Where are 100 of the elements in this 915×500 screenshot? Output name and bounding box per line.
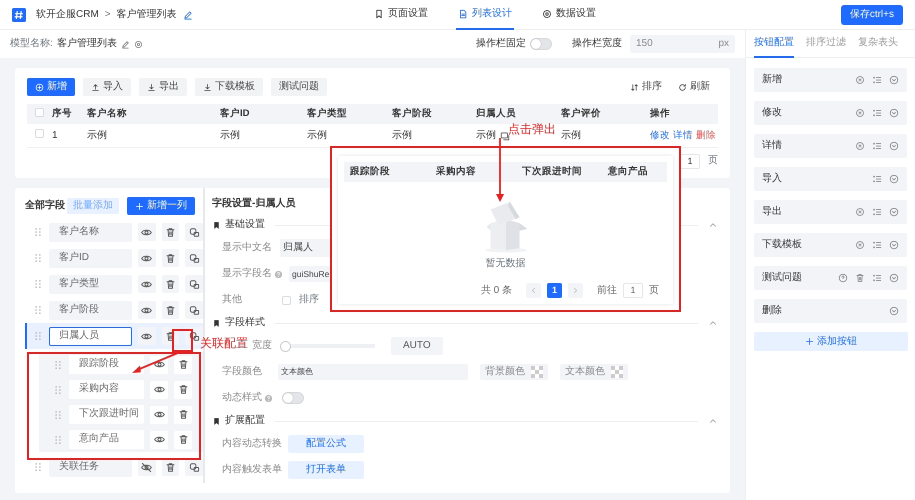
popup-icon[interactable] bbox=[500, 130, 510, 140]
slider-thumb[interactable] bbox=[280, 340, 291, 352]
add-button[interactable]: 新增 bbox=[27, 78, 75, 96]
drag-handle-icon[interactable] bbox=[33, 279, 43, 289]
field-name[interactable]: 跟踪阶段 bbox=[69, 355, 144, 374]
tab[interactable]: 按钮配置 bbox=[754, 30, 794, 58]
drag-handle-icon[interactable] bbox=[53, 410, 63, 420]
eye-icon[interactable] bbox=[141, 330, 152, 342]
help-icon[interactable] bbox=[274, 270, 283, 278]
action-link[interactable]: 修改 bbox=[650, 130, 670, 142]
eye-icon[interactable] bbox=[141, 252, 152, 264]
expand-icon[interactable] bbox=[889, 141, 899, 151]
list-icon[interactable] bbox=[872, 75, 882, 85]
checkbox[interactable] bbox=[35, 108, 44, 117]
trash-icon[interactable] bbox=[178, 434, 188, 445]
auto-button[interactable]: AUTO bbox=[391, 337, 443, 355]
list-icon[interactable] bbox=[872, 174, 882, 184]
eye-icon[interactable] bbox=[154, 434, 164, 445]
eye-icon[interactable] bbox=[154, 384, 164, 395]
trash-icon[interactable] bbox=[164, 252, 176, 264]
list-icon[interactable] bbox=[872, 141, 882, 151]
tab[interactable]: 数据设置 bbox=[540, 0, 598, 30]
layers-icon[interactable] bbox=[188, 330, 200, 342]
action-link[interactable]: 删除 bbox=[696, 130, 716, 142]
expand-icon[interactable] bbox=[889, 108, 899, 118]
checker-icon[interactable] bbox=[531, 366, 543, 378]
drag-handle-icon[interactable] bbox=[33, 253, 43, 263]
drag-handle-icon[interactable] bbox=[33, 331, 43, 341]
toggle-switch[interactable] bbox=[530, 38, 552, 50]
config-button[interactable]: 配置公式 bbox=[288, 435, 364, 453]
layers-icon[interactable] bbox=[188, 304, 200, 316]
expand-icon[interactable] bbox=[889, 75, 899, 85]
action-link[interactable]: 详情 bbox=[673, 130, 693, 142]
config-button[interactable]: 打开表单 bbox=[288, 461, 364, 479]
field-name[interactable]: 客户ID bbox=[49, 248, 132, 268]
list-icon[interactable] bbox=[872, 207, 882, 217]
checkbox[interactable] bbox=[35, 129, 44, 138]
eye-icon[interactable] bbox=[154, 359, 164, 370]
checker-icon[interactable] bbox=[611, 366, 623, 378]
field-name[interactable]: 客户名称 bbox=[49, 222, 132, 242]
page-button[interactable]: 1 bbox=[547, 283, 562, 298]
export-button[interactable]: 导出 bbox=[139, 78, 187, 96]
width-field[interactable]: 150 px bbox=[630, 35, 735, 53]
field-name[interactable]: 下次跟进时间 bbox=[69, 405, 144, 424]
refresh-button[interactable]: 刷新 bbox=[678, 81, 710, 93]
edit-icon[interactable] bbox=[120, 40, 130, 48]
trash-icon[interactable] bbox=[178, 384, 188, 395]
field-name[interactable]: 客户类型 bbox=[49, 274, 132, 294]
trash-icon[interactable] bbox=[164, 304, 176, 316]
drag-handle-icon[interactable] bbox=[53, 434, 63, 444]
download-button[interactable]: 下载模板 bbox=[195, 78, 263, 96]
eye-icon[interactable] bbox=[141, 226, 152, 238]
list-icon[interactable] bbox=[872, 273, 882, 283]
help-icon[interactable] bbox=[838, 273, 848, 283]
tab[interactable]: 复杂表头 bbox=[858, 30, 898, 58]
checkbox[interactable] bbox=[282, 296, 291, 304]
field-name[interactable]: 采购内容 bbox=[69, 380, 144, 399]
list-icon[interactable] bbox=[872, 240, 882, 250]
toggle-switch[interactable] bbox=[282, 392, 304, 404]
help-icon[interactable] bbox=[264, 394, 273, 402]
plain-button[interactable]: 测试问题 bbox=[271, 78, 327, 96]
trash-icon[interactable] bbox=[164, 462, 176, 472]
drag-handle-icon[interactable] bbox=[33, 462, 43, 472]
layers-icon[interactable] bbox=[188, 278, 200, 290]
tab[interactable]: 排序过滤 bbox=[806, 30, 846, 58]
expand-icon[interactable] bbox=[889, 306, 899, 316]
field-name[interactable]: 归属人员 bbox=[49, 326, 132, 346]
eye-off-icon[interactable] bbox=[141, 462, 152, 472]
color-field[interactable]: 文本颜色 bbox=[278, 364, 468, 380]
expand-icon[interactable] bbox=[889, 207, 899, 217]
page-input[interactable]: 1 bbox=[623, 283, 643, 298]
drag-handle-icon[interactable] bbox=[33, 227, 43, 237]
drag-handle-icon[interactable] bbox=[33, 305, 43, 315]
field-name[interactable]: 客户阶段 bbox=[49, 300, 132, 320]
eye-icon[interactable] bbox=[141, 304, 152, 316]
save-button[interactable]: 保存ctrl+s bbox=[840, 4, 903, 24]
sort-button[interactable]: 排序 bbox=[630, 81, 662, 93]
add-button[interactable]: 添加按钮 bbox=[754, 332, 908, 351]
import-button[interactable]: 导入 bbox=[83, 78, 131, 96]
trash-icon[interactable] bbox=[855, 273, 865, 283]
edit-icon[interactable] bbox=[182, 10, 193, 20]
layers-icon[interactable] bbox=[188, 462, 200, 472]
trash-icon[interactable] bbox=[164, 330, 176, 342]
expand-icon[interactable] bbox=[889, 273, 899, 283]
add-column-button[interactable]: 新增一列 bbox=[127, 197, 195, 215]
tab[interactable]: 页面设置 bbox=[372, 0, 430, 30]
trash-icon[interactable] bbox=[164, 278, 176, 290]
eye-icon[interactable] bbox=[141, 278, 152, 290]
trash-icon[interactable] bbox=[178, 359, 188, 370]
layers-icon[interactable] bbox=[188, 226, 200, 238]
field-name[interactable]: 意向产品 bbox=[69, 430, 144, 449]
trash-icon[interactable] bbox=[178, 409, 188, 420]
layers-icon[interactable] bbox=[188, 252, 200, 264]
expand-icon[interactable] bbox=[889, 240, 899, 250]
list-icon[interactable] bbox=[872, 108, 882, 118]
expand-icon[interactable] bbox=[889, 174, 899, 184]
drag-handle-icon[interactable] bbox=[53, 384, 63, 394]
drag-handle-icon[interactable] bbox=[53, 360, 63, 370]
trash-icon[interactable] bbox=[164, 226, 176, 238]
eye-icon[interactable] bbox=[154, 409, 164, 420]
